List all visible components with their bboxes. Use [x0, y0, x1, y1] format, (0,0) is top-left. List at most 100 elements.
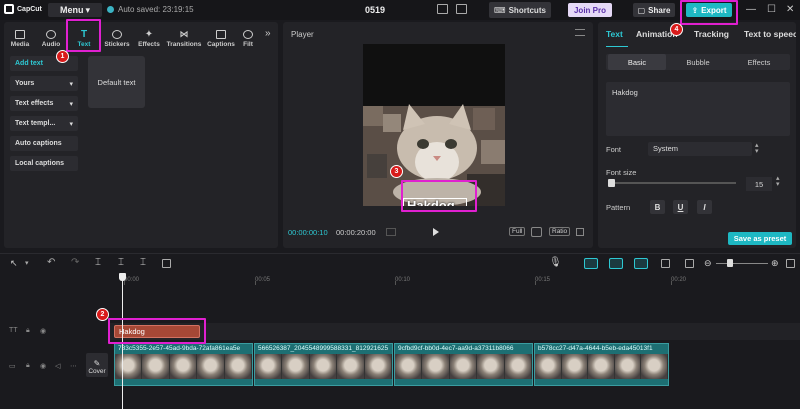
tab-tracking[interactable]: Tracking: [694, 29, 729, 39]
tab-stickers[interactable]: Stickers: [103, 24, 131, 48]
ruler-tick: [255, 281, 256, 285]
font-select[interactable]: System: [648, 142, 752, 156]
font-size-input[interactable]: 15: [746, 177, 772, 191]
layout-icon[interactable]: [437, 4, 448, 14]
preview-axis-icon[interactable]: [661, 259, 670, 268]
tab-captions[interactable]: Captions: [207, 24, 235, 48]
full-screen-button[interactable]: Full: [509, 227, 526, 236]
tab-text-to-speech[interactable]: Text to speech: [744, 29, 796, 39]
more-tabs-icon[interactable]: »: [265, 28, 271, 39]
share-button[interactable]: ▢ Share: [633, 3, 675, 17]
project-title[interactable]: 0519: [365, 5, 385, 15]
highlight-text-overlay: [401, 180, 477, 212]
zoom-out-icon[interactable]: ⊖: [704, 258, 712, 269]
ruler-label: 00:10: [395, 277, 411, 283]
tab-media[interactable]: Media: [6, 24, 34, 48]
shortcuts-button[interactable]: ⌨ Shortcuts: [489, 2, 551, 18]
video-clip-3[interactable]: 9cfbd9cf-bb0d-4ec7-aa9d-a37311b8066: [394, 343, 533, 386]
clip-thumbnails: [255, 354, 392, 379]
zoom-fit-icon[interactable]: [531, 227, 542, 237]
hamburger-menu-icon[interactable]: [575, 29, 585, 36]
subtab-bubble[interactable]: Bubble: [668, 54, 728, 70]
cover-button[interactable]: ✎ Cover: [86, 353, 108, 377]
menu-button[interactable]: Menu ▾: [48, 3, 102, 17]
split-icon[interactable]: ⌶: [95, 257, 101, 268]
step-badge-1: 1: [56, 50, 69, 63]
chevron-down-icon: ▾: [69, 120, 73, 128]
playhead-handle[interactable]: [119, 273, 126, 281]
ruler-tick: [395, 281, 396, 285]
default-text-card[interactable]: Default text: [88, 56, 145, 108]
text-content-input[interactable]: Hakdog: [606, 82, 790, 136]
subtitle-icon[interactable]: [685, 259, 694, 268]
underline-button[interactable]: U: [673, 200, 688, 214]
trim-right-icon[interactable]: ⌶: [140, 257, 146, 268]
fullscreen-icon[interactable]: [576, 228, 584, 236]
tab-audio[interactable]: Audio: [37, 24, 65, 48]
ruler-tick: [671, 281, 672, 285]
share-icon: ▢: [637, 5, 646, 15]
lock-icon[interactable]: 🔒︎: [26, 362, 30, 370]
tab-text-properties[interactable]: Text: [606, 29, 623, 39]
join-pro-button[interactable]: Join Pro: [568, 3, 612, 17]
linkage-icon[interactable]: [634, 258, 648, 269]
keyboard-icon[interactable]: [456, 4, 467, 14]
filters-icon: [243, 30, 253, 39]
redo-icon[interactable]: ↷: [71, 257, 79, 268]
zoom-slider[interactable]: [716, 263, 768, 264]
subtab-basic[interactable]: Basic: [608, 54, 666, 70]
tab-transitions[interactable]: ⋈ Transitions: [167, 24, 202, 49]
fit-timeline-icon[interactable]: [786, 259, 795, 268]
delete-icon[interactable]: [162, 259, 171, 268]
tab-effects[interactable]: ✦ Effects: [135, 24, 163, 49]
clip-thumbnails: [535, 354, 668, 379]
italic-button[interactable]: I: [697, 200, 712, 214]
sidebar-item-text-templates[interactable]: Text templ... ▾: [10, 116, 78, 131]
subtab-effects[interactable]: Effects: [730, 54, 788, 70]
font-size-label: Font size: [606, 168, 637, 177]
video-clip-4[interactable]: b578cc27-d47a-4644-b5eb-eda45013f1: [534, 343, 669, 386]
highlight-export-button: [680, 0, 738, 25]
clip-thumbnails: [115, 354, 252, 379]
main-track-magnet-icon[interactable]: [584, 258, 598, 269]
bold-button[interactable]: B: [650, 200, 665, 214]
sidebar-item-auto-captions[interactable]: Auto captions: [10, 136, 78, 151]
minimize-icon[interactable]: —: [746, 4, 756, 15]
lock-icon[interactable]: 🔒︎: [26, 327, 30, 335]
sidebar-item-text-effects[interactable]: Text effects ▾: [10, 96, 78, 111]
undo-icon[interactable]: ↶: [47, 257, 55, 268]
step-badge-2: 2: [96, 308, 109, 321]
video-clip-2[interactable]: 566526387_2045548999588331_812921625: [254, 343, 393, 386]
chevron-down-icon[interactable]: ▾: [25, 259, 29, 267]
subtab-bar: Basic Bubble Effects: [606, 54, 790, 70]
player-panel: Player Hakdog 00:00:00:10 00:00:20:00 Fu…: [283, 22, 593, 248]
more-options-icon[interactable]: ⋯: [70, 362, 77, 370]
zoom-in-icon[interactable]: ⊕: [771, 258, 779, 269]
keyboard-shortcut-icon: ⌨: [494, 5, 506, 15]
save-as-preset-button[interactable]: Save as preset: [728, 232, 792, 245]
auto-snap-icon[interactable]: [609, 258, 623, 269]
timeline-view-icon[interactable]: [386, 228, 396, 236]
zoom-slider-handle[interactable]: [727, 259, 733, 267]
font-size-slider-handle[interactable]: [608, 179, 615, 187]
eye-icon[interactable]: ◉: [40, 327, 46, 335]
select-cursor-icon[interactable]: ↖: [10, 258, 18, 269]
sidebar-item-local-captions[interactable]: Local captions: [10, 156, 78, 171]
sidebar-item-yours[interactable]: Yours ▾: [10, 76, 78, 91]
audio-mute-icon[interactable]: ◁: [55, 362, 60, 370]
microphone-icon[interactable]: 🎙: [549, 257, 562, 268]
video-clip-1[interactable]: 783c5355-2e57-45ad-9bda-72afa861ea5e: [114, 343, 253, 386]
clip-name: b578cc27-d47a-4644-b5eb-eda45013f1: [538, 345, 653, 352]
font-stepper-icon[interactable]: ▴ ▾: [755, 142, 759, 155]
font-size-stepper-icon[interactable]: ▴ ▾: [776, 175, 780, 188]
maximize-icon[interactable]: ☐: [767, 4, 776, 15]
chevron-down-icon: ▾: [85, 4, 91, 15]
video-track-icon: ▭: [9, 363, 16, 370]
font-size-slider[interactable]: [610, 182, 736, 184]
trim-left-icon[interactable]: ⌶: [118, 257, 124, 268]
ratio-button[interactable]: Ratio: [549, 227, 571, 236]
eye-icon[interactable]: ◉: [40, 362, 46, 370]
play-icon[interactable]: [433, 228, 439, 236]
close-icon[interactable]: ✕: [786, 4, 794, 15]
tab-filters[interactable]: Filt: [238, 24, 258, 48]
